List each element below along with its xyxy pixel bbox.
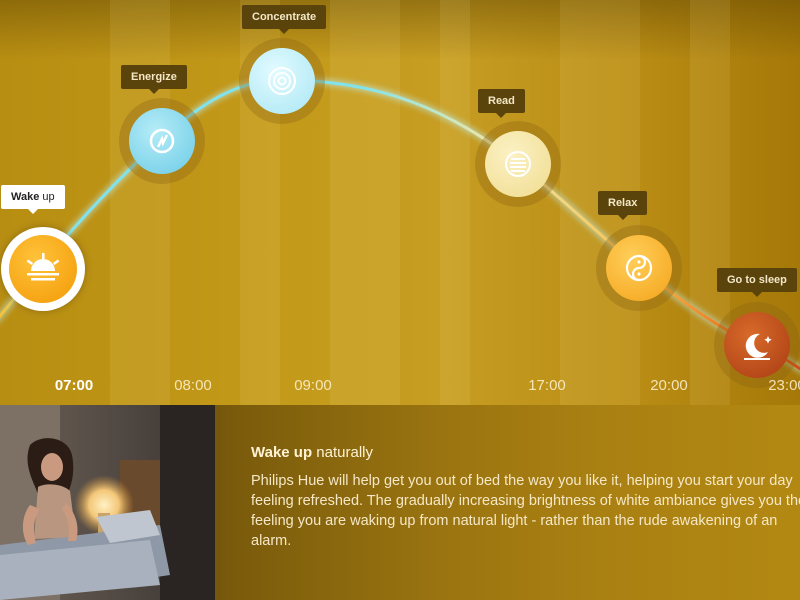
time-label: 07:00 [54, 377, 94, 394]
sunrise-icon [26, 253, 60, 281]
tooltip-go-to-sleep: Go to sleep [717, 268, 797, 297]
time-label: 08:00 [174, 377, 212, 394]
concentrate-icon [268, 67, 296, 95]
energize-icon [149, 128, 175, 154]
light-curve [0, 76, 800, 373]
moment-go-to-sleep[interactable] [714, 302, 800, 388]
time-label: 20:00 [650, 377, 688, 394]
tooltip-wake-up: Wake up [1, 185, 65, 214]
bedroom-photo [0, 405, 215, 600]
info-copy: Wake up naturally Philips Hue will help … [251, 444, 800, 551]
time-label: 17:00 [528, 377, 566, 394]
read-icon [505, 151, 531, 177]
moment-relax[interactable] [596, 225, 682, 311]
curve-glow [0, 76, 800, 373]
moment-wake-up[interactable] [1, 227, 85, 311]
hue-routine-screen: Wake up Energize Concentrate Read Relax … [0, 0, 800, 600]
moment-read[interactable] [475, 121, 561, 207]
tooltip-energize: Energize [121, 65, 187, 94]
moment-energize[interactable] [119, 98, 205, 184]
info-body: Philips Hue will help get you out of bed… [251, 473, 800, 549]
relax-icon [625, 254, 653, 282]
moment-concentrate[interactable] [239, 38, 325, 124]
tooltip-relax: Relax [598, 191, 648, 220]
tooltip-concentrate: Concentrate [242, 5, 327, 34]
light-timeline: Wake up Energize Concentrate Read Relax … [0, 0, 800, 405]
tooltip-read: Read [478, 89, 525, 118]
time-label: 23:00 [768, 377, 800, 394]
curve-line [0, 78, 800, 371]
moon-icon [744, 333, 772, 360]
info-title: Wake up naturally [251, 444, 373, 461]
time-label: 09:00 [294, 377, 332, 394]
woman-waking-image [0, 405, 215, 600]
